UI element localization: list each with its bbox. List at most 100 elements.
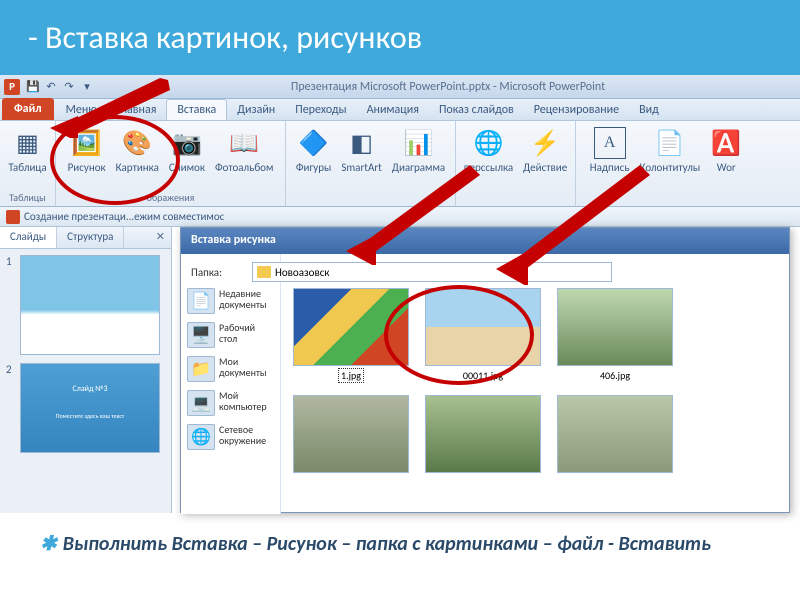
ribbon: ▦Таблица Таблицы 🖼️Рисунок 🎨Картинка 📷Сн… bbox=[0, 121, 800, 207]
table-icon: ▦ bbox=[12, 127, 44, 159]
tab-review[interactable]: Рецензирование bbox=[524, 100, 629, 120]
qat-dropdown-icon[interactable]: ▾ bbox=[78, 78, 96, 96]
insert-wordart-button[interactable]: 🅰️Wor bbox=[706, 125, 746, 176]
file-thumbnail bbox=[293, 288, 409, 366]
insert-smartart-button[interactable]: ◧SmartArt bbox=[337, 125, 386, 176]
insert-textbox-button[interactable]: AНадпись bbox=[586, 125, 634, 176]
insert-picture-button[interactable]: 🖼️Рисунок bbox=[64, 125, 110, 176]
places-mycomputer[interactable]: 💻Мой компьютер bbox=[181, 386, 280, 420]
slide-thumb-2[interactable]: 2 Слайд №3 Поместите здесь ваш текст bbox=[6, 363, 165, 453]
folder-name: Новоазовск bbox=[275, 266, 329, 279]
places-desktop[interactable]: 🖥️Рабочий стол bbox=[181, 318, 280, 352]
insert-hyperlink-button[interactable]: 🌐перссылка bbox=[460, 125, 517, 176]
slide-thumb-1[interactable]: 1 bbox=[6, 255, 165, 355]
insert-headerfooter-button[interactable]: 📄Колонтитулы bbox=[636, 125, 705, 176]
slide-preview bbox=[20, 255, 160, 355]
presentation-icon bbox=[6, 210, 20, 224]
slide-number: 2 bbox=[6, 363, 16, 453]
panel-tab-outline[interactable]: Структура bbox=[57, 227, 124, 248]
computer-icon: 💻 bbox=[187, 390, 215, 416]
tab-menu[interactable]: Меню bbox=[56, 100, 107, 120]
smartart-icon: ◧ bbox=[346, 127, 378, 159]
panel-close-button[interactable]: ✕ bbox=[150, 227, 171, 248]
desktop-icon: 🖥️ bbox=[187, 322, 215, 348]
redo-icon[interactable]: ↷ bbox=[60, 78, 78, 96]
tab-view[interactable]: Вид bbox=[629, 100, 669, 120]
panel-tabs: Слайды Структура ✕ bbox=[0, 227, 171, 249]
ribbon-tab-strip: Файл Меню Главная Вставка Дизайн Переход… bbox=[0, 99, 800, 121]
tab-design[interactable]: Дизайн bbox=[227, 100, 285, 120]
headerfooter-icon: 📄 bbox=[654, 127, 686, 159]
textbox-icon: A bbox=[594, 127, 626, 159]
insert-picture-dialog: Вставка рисунка Папка: Новоазовск 📄Недав… bbox=[180, 227, 790, 513]
quick-access-toolbar: P 💾 ↶ ↷ ▾ Презентация Microsoft PowerPoi… bbox=[0, 75, 800, 99]
file-thumbnail bbox=[425, 395, 541, 473]
file-item[interactable]: 1.jpg bbox=[291, 288, 411, 383]
tab-file[interactable]: Файл bbox=[2, 98, 54, 120]
album-icon: 📖 bbox=[228, 127, 260, 159]
action-icon: ⚡ bbox=[529, 127, 561, 159]
slide-thumbnails: 1 2 Слайд №3 Поместите здесь ваш текст bbox=[0, 249, 171, 467]
tab-transitions[interactable]: Переходы bbox=[285, 100, 356, 120]
panel-tab-slides[interactable]: Слайды bbox=[0, 227, 57, 248]
document-bar: Создание презентаци...ежим совместимос bbox=[0, 207, 800, 227]
file-thumbnail bbox=[557, 288, 673, 366]
chart-icon: 📊 bbox=[403, 127, 435, 159]
places-bar: 📄Недавние документы 🖥️Рабочий стол 📁Мои … bbox=[181, 254, 281, 514]
file-item[interactable] bbox=[555, 395, 675, 475]
picture-icon: 🖼️ bbox=[71, 127, 103, 159]
wordart-icon: 🅰️ bbox=[710, 127, 742, 159]
file-item[interactable] bbox=[291, 395, 411, 475]
folder-icon bbox=[257, 266, 271, 278]
insert-photoalbum-button[interactable]: 📖Фотоальбом bbox=[211, 125, 277, 176]
insert-chart-button[interactable]: 📊Диаграмма bbox=[388, 125, 449, 176]
file-list: 1.jpg 00011.jpg 406.jpg bbox=[281, 254, 789, 514]
places-network[interactable]: 🌐Сетевое окружение bbox=[181, 420, 280, 454]
group-label-tables: Таблицы bbox=[9, 191, 46, 204]
tab-home[interactable]: Главная bbox=[107, 100, 166, 120]
bullet-icon: ✱ bbox=[40, 533, 57, 555]
file-thumbnail bbox=[293, 395, 409, 473]
powerpoint-logo: P bbox=[4, 79, 20, 95]
network-icon: 🌐 bbox=[187, 424, 215, 450]
work-area: Слайды Структура ✕ 1 2 Слайд №3 Поместит… bbox=[0, 227, 800, 513]
file-thumbnail bbox=[557, 395, 673, 473]
folder-dropdown[interactable]: Новоазовск bbox=[252, 262, 612, 282]
globe-icon: 🌐 bbox=[472, 127, 504, 159]
places-mydocs[interactable]: 📁Мои документы bbox=[181, 352, 280, 386]
insert-screenshot-button[interactable]: 📷Снимок bbox=[165, 125, 209, 176]
app-window-title: Презентация Microsoft PowerPoint.pptx - … bbox=[96, 80, 800, 94]
insert-clipart-button[interactable]: 🎨Картинка bbox=[112, 125, 163, 176]
folder-label: Папка: bbox=[191, 266, 222, 279]
document-name: Создание презентаци...ежим совместимос bbox=[24, 210, 224, 223]
file-item[interactable]: 406.jpg bbox=[555, 288, 675, 383]
save-icon[interactable]: 💾 bbox=[24, 78, 42, 96]
instruction-caption: ✱Выполнить Вставка – Рисунок – папка с к… bbox=[0, 515, 800, 572]
file-name: 406.jpg bbox=[597, 368, 633, 383]
file-name: 00011.jpg bbox=[460, 368, 506, 383]
group-label-images: ображения bbox=[147, 191, 195, 204]
dialog-titlebar: Вставка рисунка bbox=[181, 228, 789, 254]
file-item[interactable]: 00011.jpg bbox=[423, 288, 543, 383]
insert-shapes-button[interactable]: 🔷Фигуры bbox=[292, 125, 336, 176]
file-name: 1.jpg bbox=[338, 368, 364, 383]
file-item[interactable] bbox=[423, 395, 543, 475]
slide-preview: Слайд №3 Поместите здесь ваш текст bbox=[20, 363, 160, 453]
tab-animations[interactable]: Анимация bbox=[357, 100, 429, 120]
insert-table-button[interactable]: ▦Таблица bbox=[4, 125, 50, 176]
undo-icon[interactable]: ↶ bbox=[42, 78, 60, 96]
slide-title: - Вставка картинок, рисунков bbox=[0, 0, 800, 75]
clipart-icon: 🎨 bbox=[121, 127, 153, 159]
camera-icon: 📷 bbox=[171, 127, 203, 159]
folder-icon: 📁 bbox=[187, 356, 215, 382]
places-recent[interactable]: 📄Недавние документы bbox=[181, 284, 280, 318]
tab-slideshow[interactable]: Показ слайдов bbox=[429, 100, 524, 120]
file-thumbnail bbox=[425, 288, 541, 366]
slide-number: 1 bbox=[6, 255, 16, 355]
shapes-icon: 🔷 bbox=[298, 127, 330, 159]
tab-insert[interactable]: Вставка bbox=[166, 99, 227, 120]
powerpoint-screenshot: P 💾 ↶ ↷ ▾ Презентация Microsoft PowerPoi… bbox=[0, 75, 800, 515]
insert-action-button[interactable]: ⚡Действие bbox=[519, 125, 571, 176]
slides-panel: Слайды Структура ✕ 1 2 Слайд №3 Поместит… bbox=[0, 227, 172, 513]
recent-icon: 📄 bbox=[187, 288, 215, 314]
